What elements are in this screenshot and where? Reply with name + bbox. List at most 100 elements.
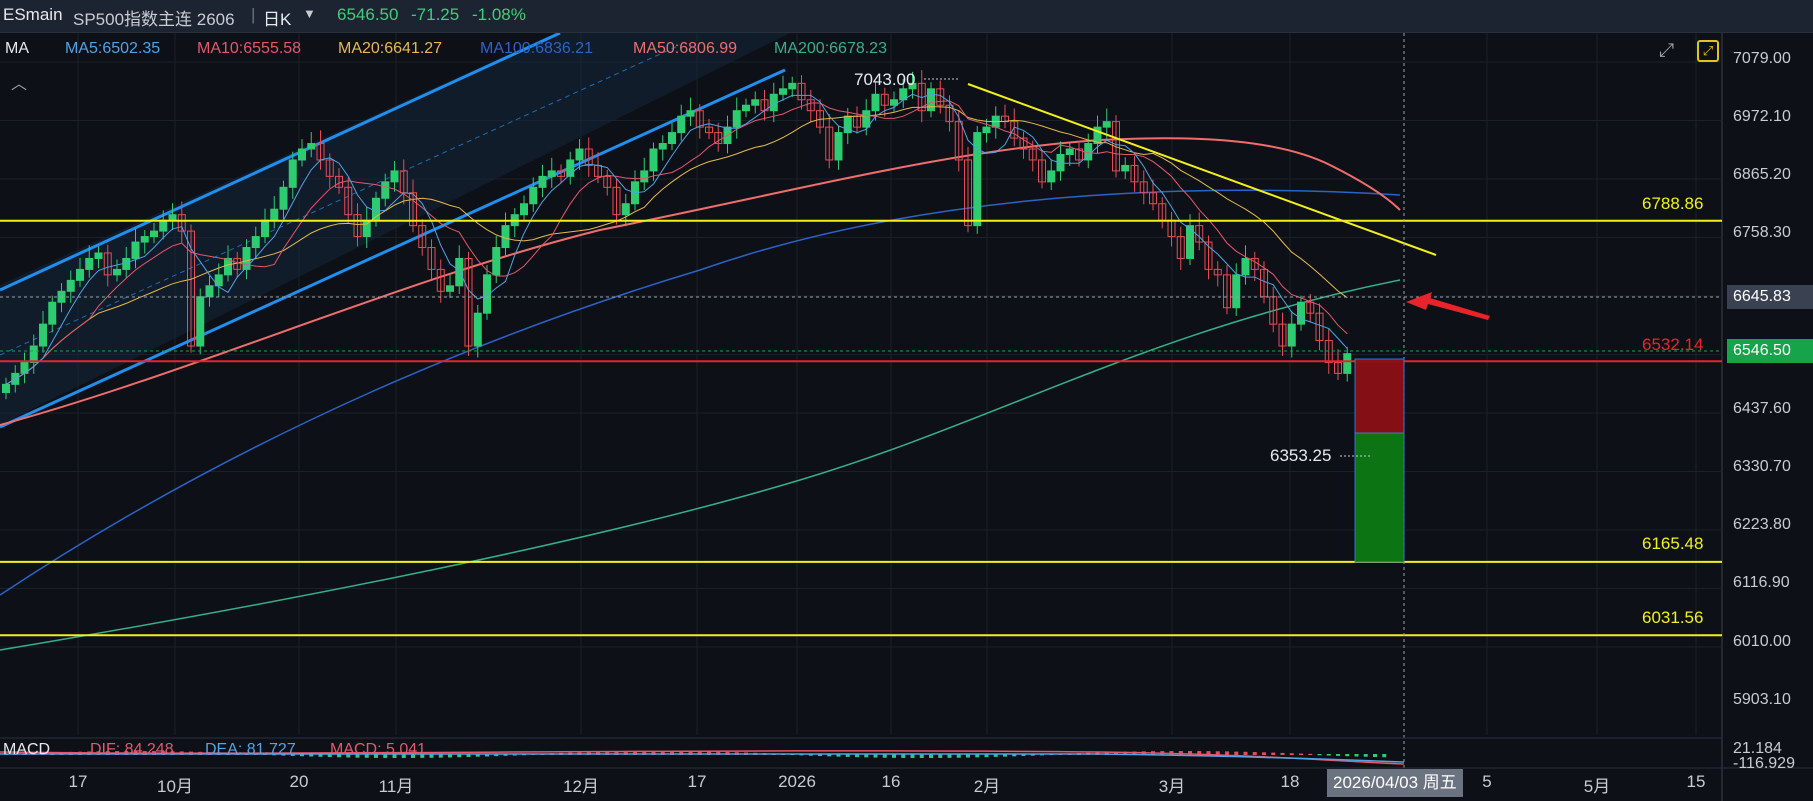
high-annotation: 7043.00 <box>854 70 916 89</box>
period-divider: | <box>251 5 256 24</box>
candle-body <box>1343 353 1352 374</box>
candle-body <box>381 181 390 199</box>
macd-bar <box>1252 752 1257 755</box>
symbol-name[interactable]: SP500指数主连 2606 <box>73 5 235 30</box>
macd-bar <box>1243 751 1248 755</box>
candle-body <box>168 214 177 221</box>
candle-body <box>575 148 584 161</box>
macd-bar <box>1317 754 1322 756</box>
y-tick: 6116.90 <box>1733 574 1790 591</box>
period-selector[interactable]: 日K <box>263 5 291 30</box>
macd-dif: DIF: 84.248 <box>90 741 174 758</box>
candle-body <box>890 99 898 106</box>
macd-bar <box>1289 753 1294 755</box>
x-tick: 16 <box>881 772 901 791</box>
ma50-value: MA50:6806.99 <box>633 40 738 57</box>
candle-body <box>94 252 103 259</box>
candle-body <box>113 268 121 276</box>
candle-body <box>1121 164 1130 172</box>
candle-body <box>686 110 695 117</box>
crosshair-price-tag: 6645.83 <box>1727 285 1813 309</box>
x-tick: 12月 <box>563 777 599 796</box>
y-tick: 6223.80 <box>1733 516 1791 533</box>
level-label-6788: 6788.86 <box>1642 194 1704 213</box>
macd-bar <box>1299 753 1303 755</box>
y-tick: 6010.00 <box>1733 633 1791 650</box>
candle-body <box>529 186 538 205</box>
candle-body <box>520 203 528 216</box>
candle-body <box>298 148 306 161</box>
y-tick: 6437.60 <box>1733 400 1791 417</box>
candle-body <box>159 219 168 232</box>
candle-body <box>547 170 556 177</box>
x-tick: 5 <box>1482 772 1492 791</box>
symbol-code[interactable]: ESmain <box>3 5 63 25</box>
price-chart[interactable] <box>0 33 1813 801</box>
candle-body <box>862 110 871 128</box>
candle-body <box>279 186 288 210</box>
candle-body <box>131 241 140 259</box>
candle-body <box>205 285 214 298</box>
take-profit-zone <box>1354 432 1405 563</box>
top-bar: ESmain SP500指数主连 2606 | 日K ▼ 6546.50 -71… <box>0 0 1813 33</box>
macd-bar <box>1225 751 1229 755</box>
candle-body <box>2 383 10 394</box>
level-label-6532: 6532.14 <box>1642 335 1704 354</box>
macd-bar <box>1345 754 1350 757</box>
candle-body <box>270 208 279 221</box>
level-label-6165: 6165.48 <box>1642 534 1704 553</box>
candle-body <box>779 88 787 95</box>
candle-body <box>39 323 47 347</box>
candle-body <box>621 203 630 216</box>
candle-body <box>140 236 149 243</box>
macd-bar <box>1336 754 1340 756</box>
y-tick: 7079.00 <box>1733 50 1791 67</box>
ma-label[interactable]: MA <box>5 40 29 58</box>
candle-body <box>122 257 131 270</box>
x-tick: 5月 <box>1583 777 1611 796</box>
candle-body <box>501 225 510 249</box>
fullscreen-icon[interactable]: ⤢ <box>1697 40 1719 62</box>
y-tick: 5903.10 <box>1733 691 1791 708</box>
candle-body <box>538 175 547 188</box>
candle-body <box>473 312 482 347</box>
x-tick: 20 <box>289 772 309 791</box>
x-tick: 18 <box>1280 772 1300 791</box>
macd-label[interactable]: MACD <box>3 741 50 759</box>
candle-body <box>390 170 399 183</box>
low-annotation: 6353.25 <box>1270 446 1332 465</box>
macd-value: MACD: 5.041 <box>330 741 427 758</box>
collapse-up-icon[interactable]: ︿ <box>11 70 27 94</box>
macd-bar <box>1271 752 1276 755</box>
ma20-value: MA20:6641.27 <box>338 40 443 57</box>
y-tick: 6758.30 <box>1733 224 1791 241</box>
x-tick: 10月 <box>157 777 193 796</box>
price-change-pct: -1.08% <box>472 5 526 24</box>
x-tick: 15 <box>1686 772 1706 791</box>
candle-body <box>261 219 269 238</box>
candle-body <box>640 170 649 183</box>
expand-icon[interactable]: ⤢ <box>1659 40 1674 62</box>
candle-body <box>1287 323 1296 347</box>
candle-body <box>66 279 75 292</box>
current-price-tag: 6546.50 <box>1727 339 1813 363</box>
candle-body <box>446 285 454 292</box>
chevron-down-icon[interactable]: ▼ <box>303 6 316 21</box>
y-tick: 6865.20 <box>1733 166 1791 183</box>
candle-body <box>871 93 880 112</box>
price-change: -71.25 <box>411 5 460 24</box>
candle-body <box>788 82 797 90</box>
candle-body <box>251 236 260 249</box>
macd-bar <box>1373 754 1377 758</box>
macd-bar <box>1308 753 1313 755</box>
candle-body <box>751 99 760 106</box>
candle-body <box>927 88 935 112</box>
candle-body <box>658 143 667 150</box>
candle-body <box>677 115 686 134</box>
chart-background <box>0 33 1813 801</box>
candle-body <box>732 110 741 128</box>
x-tick: 11月 <box>378 777 414 796</box>
macd-bar <box>1382 754 1387 758</box>
candle-body <box>982 126 991 134</box>
candle-body <box>1065 148 1074 155</box>
